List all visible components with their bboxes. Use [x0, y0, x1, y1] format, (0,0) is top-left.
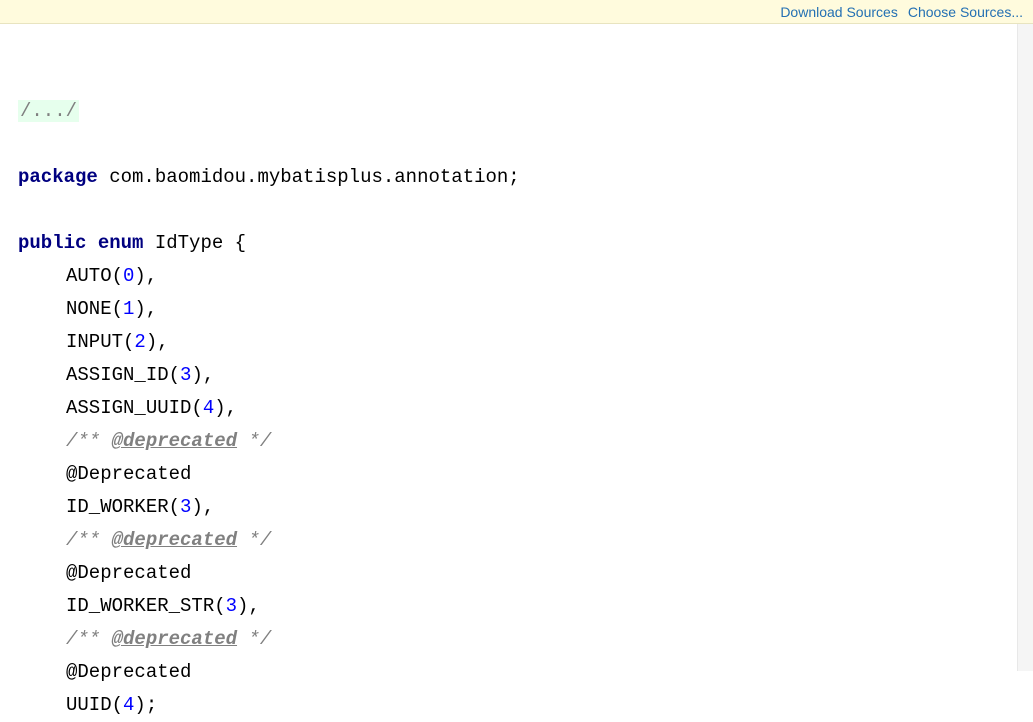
package-name: com.baomidou.mybatisplus.annotation; [98, 166, 520, 188]
num-1: 1 [123, 298, 134, 320]
num-4b: 4 [123, 694, 134, 716]
deprecated-tag: @deprecated [112, 430, 237, 452]
enum-assign-uuid: ASSIGN_UUID( [66, 397, 203, 419]
code-editor[interactable]: /.../ package com.baomidou.mybatisplus.a… [0, 24, 1033, 722]
choose-sources-link[interactable]: Choose Sources... [908, 4, 1023, 20]
enum-assign-id: ASSIGN_ID( [66, 364, 180, 386]
keyword-package: package [18, 166, 98, 188]
download-sources-link[interactable]: Download Sources [780, 4, 898, 20]
enum-input: INPUT( [66, 331, 134, 353]
num-0: 0 [123, 265, 134, 287]
deprecated-anno-2: @Deprecated [66, 562, 191, 584]
deprecated-tag: @deprecated [112, 529, 237, 551]
deprecated-tag: @deprecated [112, 628, 237, 650]
fold-marker[interactable]: /.../ [18, 100, 79, 122]
deprecated-anno-3: @Deprecated [66, 661, 191, 683]
deprecated-comment-1: /** @deprecated */ [66, 430, 271, 452]
num-2: 2 [134, 331, 145, 353]
deprecated-anno-1: @Deprecated [66, 463, 191, 485]
num-3c: 3 [226, 595, 237, 617]
vertical-scrollbar[interactable] [1017, 24, 1033, 671]
enum-id-worker: ID_WORKER( [66, 496, 180, 518]
num-3a: 3 [180, 364, 191, 386]
deprecated-comment-2: /** @deprecated */ [66, 529, 271, 551]
keyword-public: public [18, 232, 86, 254]
num-4a: 4 [203, 397, 214, 419]
enum-auto: AUTO( [66, 265, 123, 287]
deprecated-comment-3: /** @deprecated */ [66, 628, 271, 650]
enum-id-worker-str: ID_WORKER_STR( [66, 595, 226, 617]
enum-none: NONE( [66, 298, 123, 320]
sources-notify-bar: Download Sources Choose Sources... [0, 0, 1033, 24]
keyword-enum: enum [98, 232, 144, 254]
class-name: IdType { [143, 232, 246, 254]
num-3b: 3 [180, 496, 191, 518]
enum-uuid: UUID( [66, 694, 123, 716]
